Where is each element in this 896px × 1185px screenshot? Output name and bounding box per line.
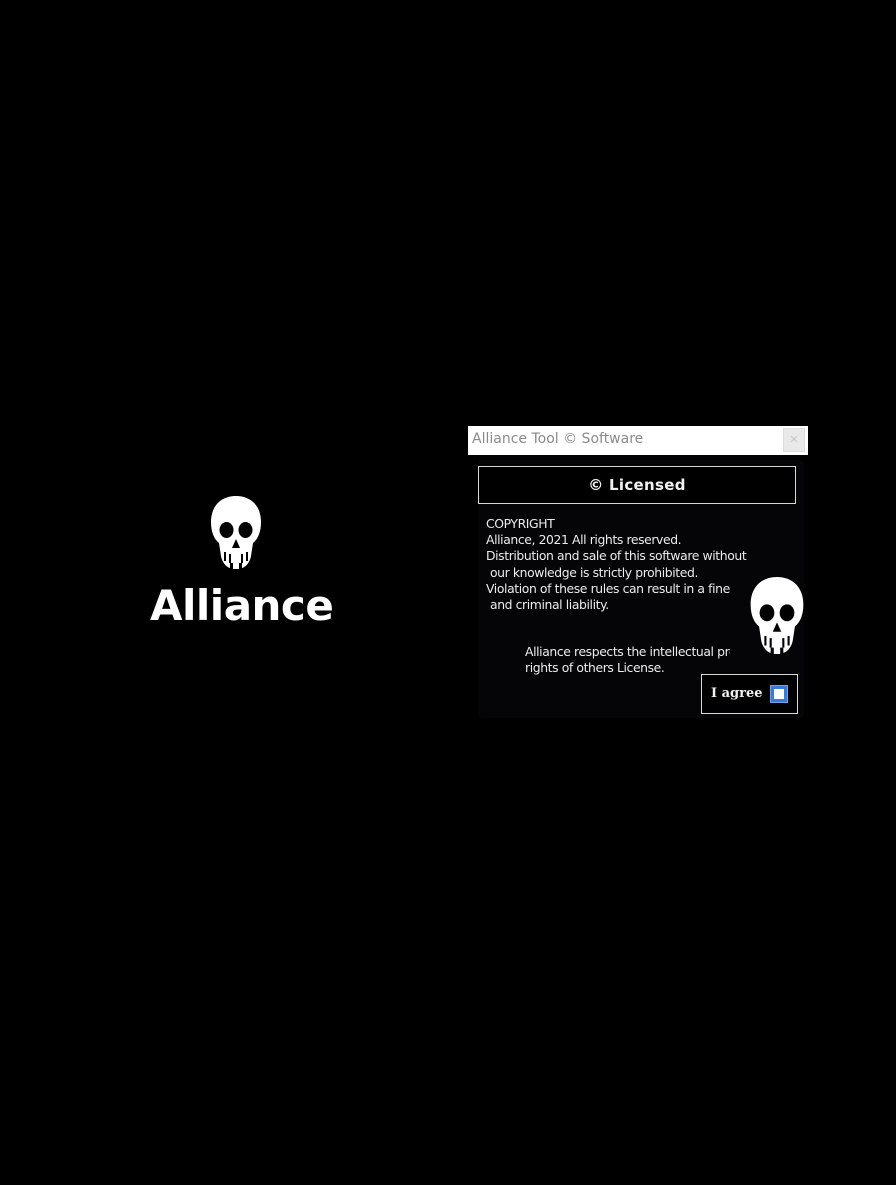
copyright-line: Alliance, 2021 All rights reserved. bbox=[486, 532, 682, 548]
copyright-line: Distribution and sale of this software w… bbox=[486, 548, 747, 564]
licensed-banner: © Licensed bbox=[478, 466, 796, 504]
title-bar[interactable]: Alliance Tool © Software ✕ bbox=[468, 426, 808, 455]
copyright-line: COPYRIGHT bbox=[486, 516, 555, 531]
alliance-logo: Alliance bbox=[150, 494, 334, 639]
agree-label: I agree bbox=[711, 686, 763, 701]
copyright-line: our knowledge is strictly prohibited. bbox=[490, 564, 698, 580]
respects-line: rights of others License. bbox=[525, 660, 665, 676]
copyright-line: Violation of these rules can result in a… bbox=[486, 580, 730, 596]
license-dialog: Alliance Tool © Software ✕ © Licensed CO… bbox=[468, 426, 808, 724]
checkbox-fill bbox=[774, 689, 784, 699]
respects-notice: Alliance respects the intellectual prope… bbox=[525, 644, 730, 676]
copyright-notice: COPYRIGHT Alliance, 2021 All rights rese… bbox=[486, 516, 756, 613]
skull-icon bbox=[750, 577, 804, 654]
skull-icon bbox=[211, 496, 261, 569]
respects-line: Alliance respects the intellectual prope… bbox=[525, 644, 730, 659]
agree-checkbox-control[interactable]: I agree bbox=[701, 674, 798, 714]
close-button[interactable]: ✕ bbox=[783, 428, 805, 452]
window-title: Alliance Tool © Software bbox=[472, 431, 644, 447]
agree-checkbox[interactable] bbox=[770, 685, 788, 703]
close-icon: ✕ bbox=[789, 434, 799, 446]
copyright-line: and criminal liability. bbox=[490, 597, 609, 613]
brand-name: Alliance bbox=[150, 581, 334, 630]
